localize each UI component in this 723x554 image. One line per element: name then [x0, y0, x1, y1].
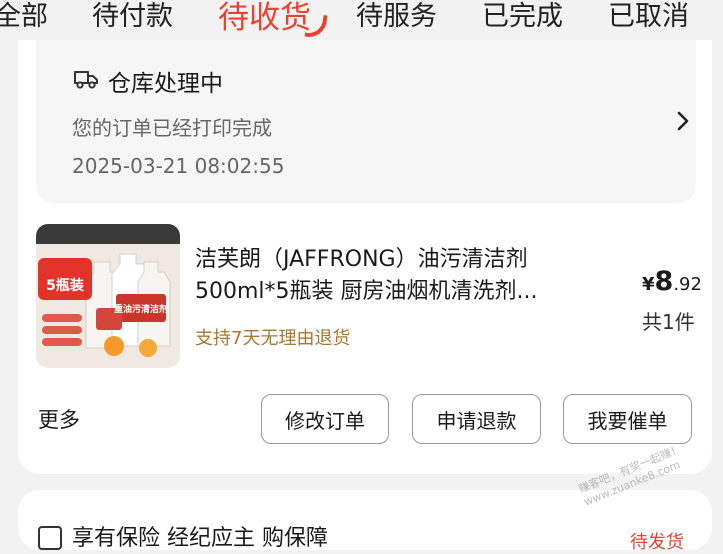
active-tab-indicator: [304, 12, 328, 40]
tab-pending-receipt[interactable]: 待收货: [218, 0, 311, 37]
tab-completed[interactable]: 已完成: [482, 0, 563, 33]
truck-icon: [72, 68, 100, 94]
logistics-title: 仓库处理中: [108, 71, 223, 97]
tab-pending-service[interactable]: 待服务: [356, 0, 437, 33]
order-status-tabs: 全部 待付款 待收货 待服务 已完成 已取消: [0, 0, 723, 40]
tab-pending-payment[interactable]: 待付款: [92, 0, 173, 33]
modify-order-button[interactable]: 修改订单: [261, 394, 389, 444]
next-order-status: 待发货: [630, 532, 684, 553]
price-decimal: .92: [673, 274, 702, 295]
urge-delivery-button[interactable]: 我要催单: [563, 394, 692, 444]
product-title-line-1: 洁芙朗（JAFFRONG）油污清洁剂: [195, 247, 528, 272]
tab-all[interactable]: 全部: [0, 0, 48, 33]
chevron-right-icon: [676, 110, 690, 136]
logistics-description: 您的订单已经打印完成: [72, 116, 272, 140]
tab-cancelled[interactable]: 已取消: [608, 0, 689, 33]
logistics-timestamp: 2025-03-21 08:02:55: [72, 154, 285, 178]
more-actions-button[interactable]: 更多: [38, 404, 80, 434]
product-title-line-2: 500ml*5瓶装 厨房油烟机清洗剂...: [195, 279, 538, 304]
product-image-tag: 重油污清洁剂: [114, 303, 168, 315]
price-integer: 8: [654, 266, 674, 297]
logistics-status-panel[interactable]: 仓库处理中 您的订单已经打印完成 2025-03-21 08:02:55: [36, 40, 696, 203]
product-quantity: 共1件: [642, 310, 695, 334]
price-currency: ¥: [642, 274, 655, 295]
request-refund-button[interactable]: 申请退款: [412, 394, 541, 444]
product-image[interactable]: 5瓶装 重油污清洁剂: [36, 224, 180, 368]
next-order-title: 享有保险 经纪应主 购保障: [72, 526, 328, 551]
product-price: ¥8.92: [642, 266, 702, 297]
product-title[interactable]: 洁芙朗（JAFFRONG）油污清洁剂 500ml*5瓶装 厨房油烟机清洗剂...: [195, 244, 615, 308]
return-policy-label: 支持7天无理由退货: [195, 328, 351, 349]
product-image-label: 5瓶装: [46, 277, 85, 294]
checkbox-icon: [38, 526, 62, 550]
order-card: 仓库处理中 您的订单已经打印完成 2025-03-21 08:02:55 5瓶装: [18, 40, 712, 474]
